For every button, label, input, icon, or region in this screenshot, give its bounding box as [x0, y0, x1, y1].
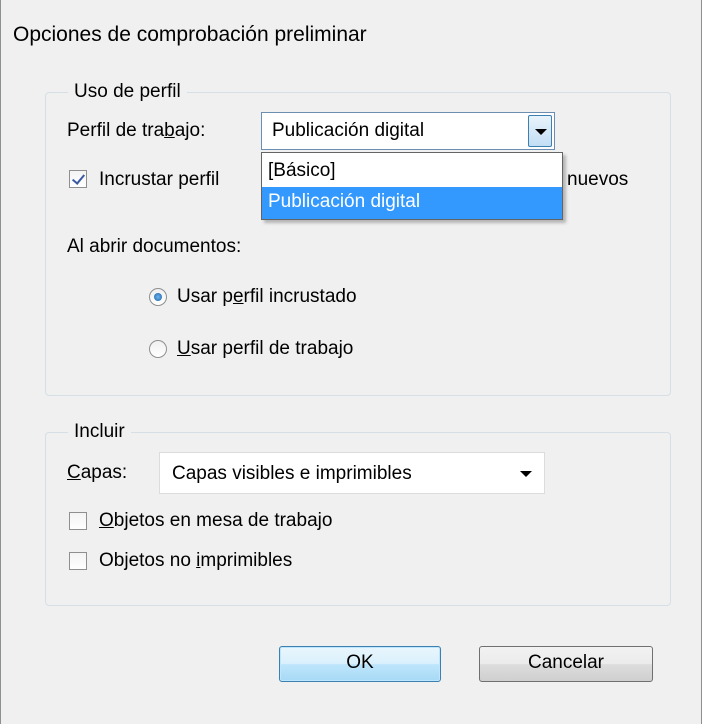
embed-profile-label-left: Incrustar perfil — [99, 169, 220, 190]
embed-profile-checkbox[interactable] — [69, 170, 87, 188]
artboard-objects-checkbox[interactable] — [69, 512, 87, 530]
use-embedded-profile-label: Usar perfil incrustado — [177, 286, 357, 307]
dropdown-option-publicacion-digital[interactable]: Publicación digital — [262, 187, 562, 219]
working-profile-dropdown-list: [Básico] Publicación digital — [261, 152, 563, 220]
preflight-options-dialog: Opciones de comprobación preliminar Uso … — [0, 0, 702, 724]
working-profile-label: Perfil de trabajo: — [67, 120, 206, 141]
on-open-documents-label: Al abrir documentos: — [67, 236, 242, 257]
layers-label: Capas: — [67, 462, 128, 483]
include-legend: Incluir — [68, 419, 131, 445]
dialog-title: Opciones de comprobación preliminar — [13, 23, 367, 46]
artboard-objects-label: Objetos en mesa de trabajo — [99, 510, 333, 531]
layers-value: Capas visibles e imprimibles — [172, 463, 412, 484]
cancel-button[interactable]: Cancelar — [479, 646, 653, 682]
chevron-down-icon — [520, 471, 532, 477]
embed-profile-label-right: nuevos — [567, 169, 629, 190]
chevron-down-icon[interactable] — [528, 115, 552, 147]
working-profile-combobox[interactable]: Publicación digital — [261, 112, 555, 150]
use-working-profile-label: Usar perfil de trabajo — [177, 338, 354, 359]
use-working-profile-radio[interactable] — [149, 340, 167, 358]
nonprintable-objects-label: Objetos no imprimibles — [99, 550, 293, 571]
layers-select[interactable]: Capas visibles e imprimibles — [159, 452, 545, 494]
dropdown-option-basico[interactable]: [Básico] — [262, 156, 562, 188]
use-embedded-profile-radio[interactable] — [149, 288, 167, 306]
profile-usage-legend: Uso de perfil — [68, 79, 187, 105]
working-profile-value: Publicación digital — [272, 120, 425, 141]
nonprintable-objects-checkbox[interactable] — [69, 552, 87, 570]
ok-button[interactable]: OK — [279, 646, 441, 682]
title-bar[interactable]: Opciones de comprobación preliminar — [1, 0, 701, 68]
